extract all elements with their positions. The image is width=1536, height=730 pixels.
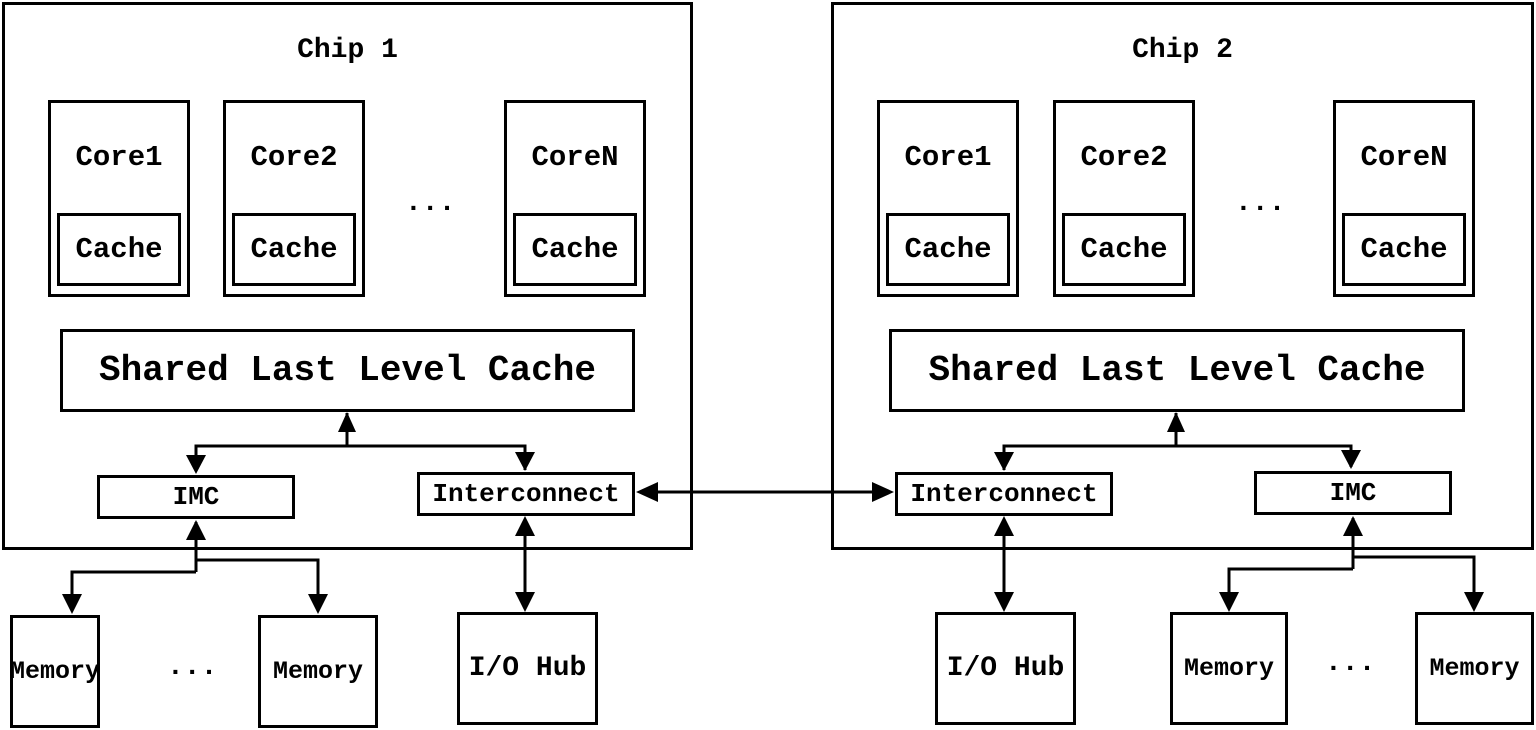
connectors <box>62 412 1484 614</box>
arrow-head <box>1219 592 1239 612</box>
arrow-head <box>994 592 1014 612</box>
memory-bus <box>196 558 320 610</box>
arrow-head <box>994 452 1014 471</box>
arrow-head <box>994 516 1014 536</box>
arrow-head <box>1341 450 1361 469</box>
llc-bus <box>1002 444 1353 470</box>
memory-bus <box>70 570 196 610</box>
arrow-head <box>62 594 82 614</box>
llc-bus <box>194 444 527 470</box>
arrow-head <box>872 482 894 502</box>
arrow-head <box>186 455 206 474</box>
arrow-head <box>515 592 535 612</box>
memory-bus <box>1353 555 1476 608</box>
arrow-head <box>186 520 206 540</box>
arrow-head <box>1464 592 1484 612</box>
arrow-head <box>1167 412 1185 432</box>
arrow-head <box>1343 516 1363 536</box>
arrow-head <box>338 412 356 432</box>
memory-bus <box>1227 567 1353 608</box>
arrow-head <box>308 594 328 614</box>
arrow-head <box>515 516 535 536</box>
arrow-head <box>515 452 535 471</box>
arrow-head <box>636 482 658 502</box>
